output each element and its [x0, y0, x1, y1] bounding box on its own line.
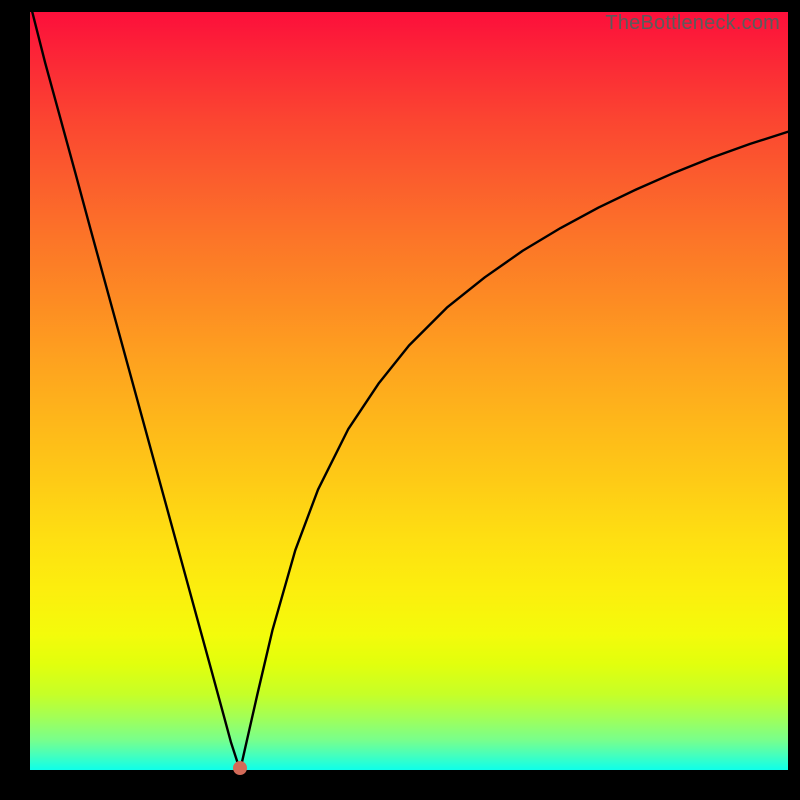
plot-area: TheBottleneck.com [30, 12, 788, 770]
chart-frame: TheBottleneck.com [0, 0, 800, 800]
curve-svg [30, 12, 788, 770]
bottleneck-curve [32, 12, 788, 770]
watermark-text: TheBottleneck.com [605, 12, 780, 35]
min-point-marker [233, 761, 247, 775]
